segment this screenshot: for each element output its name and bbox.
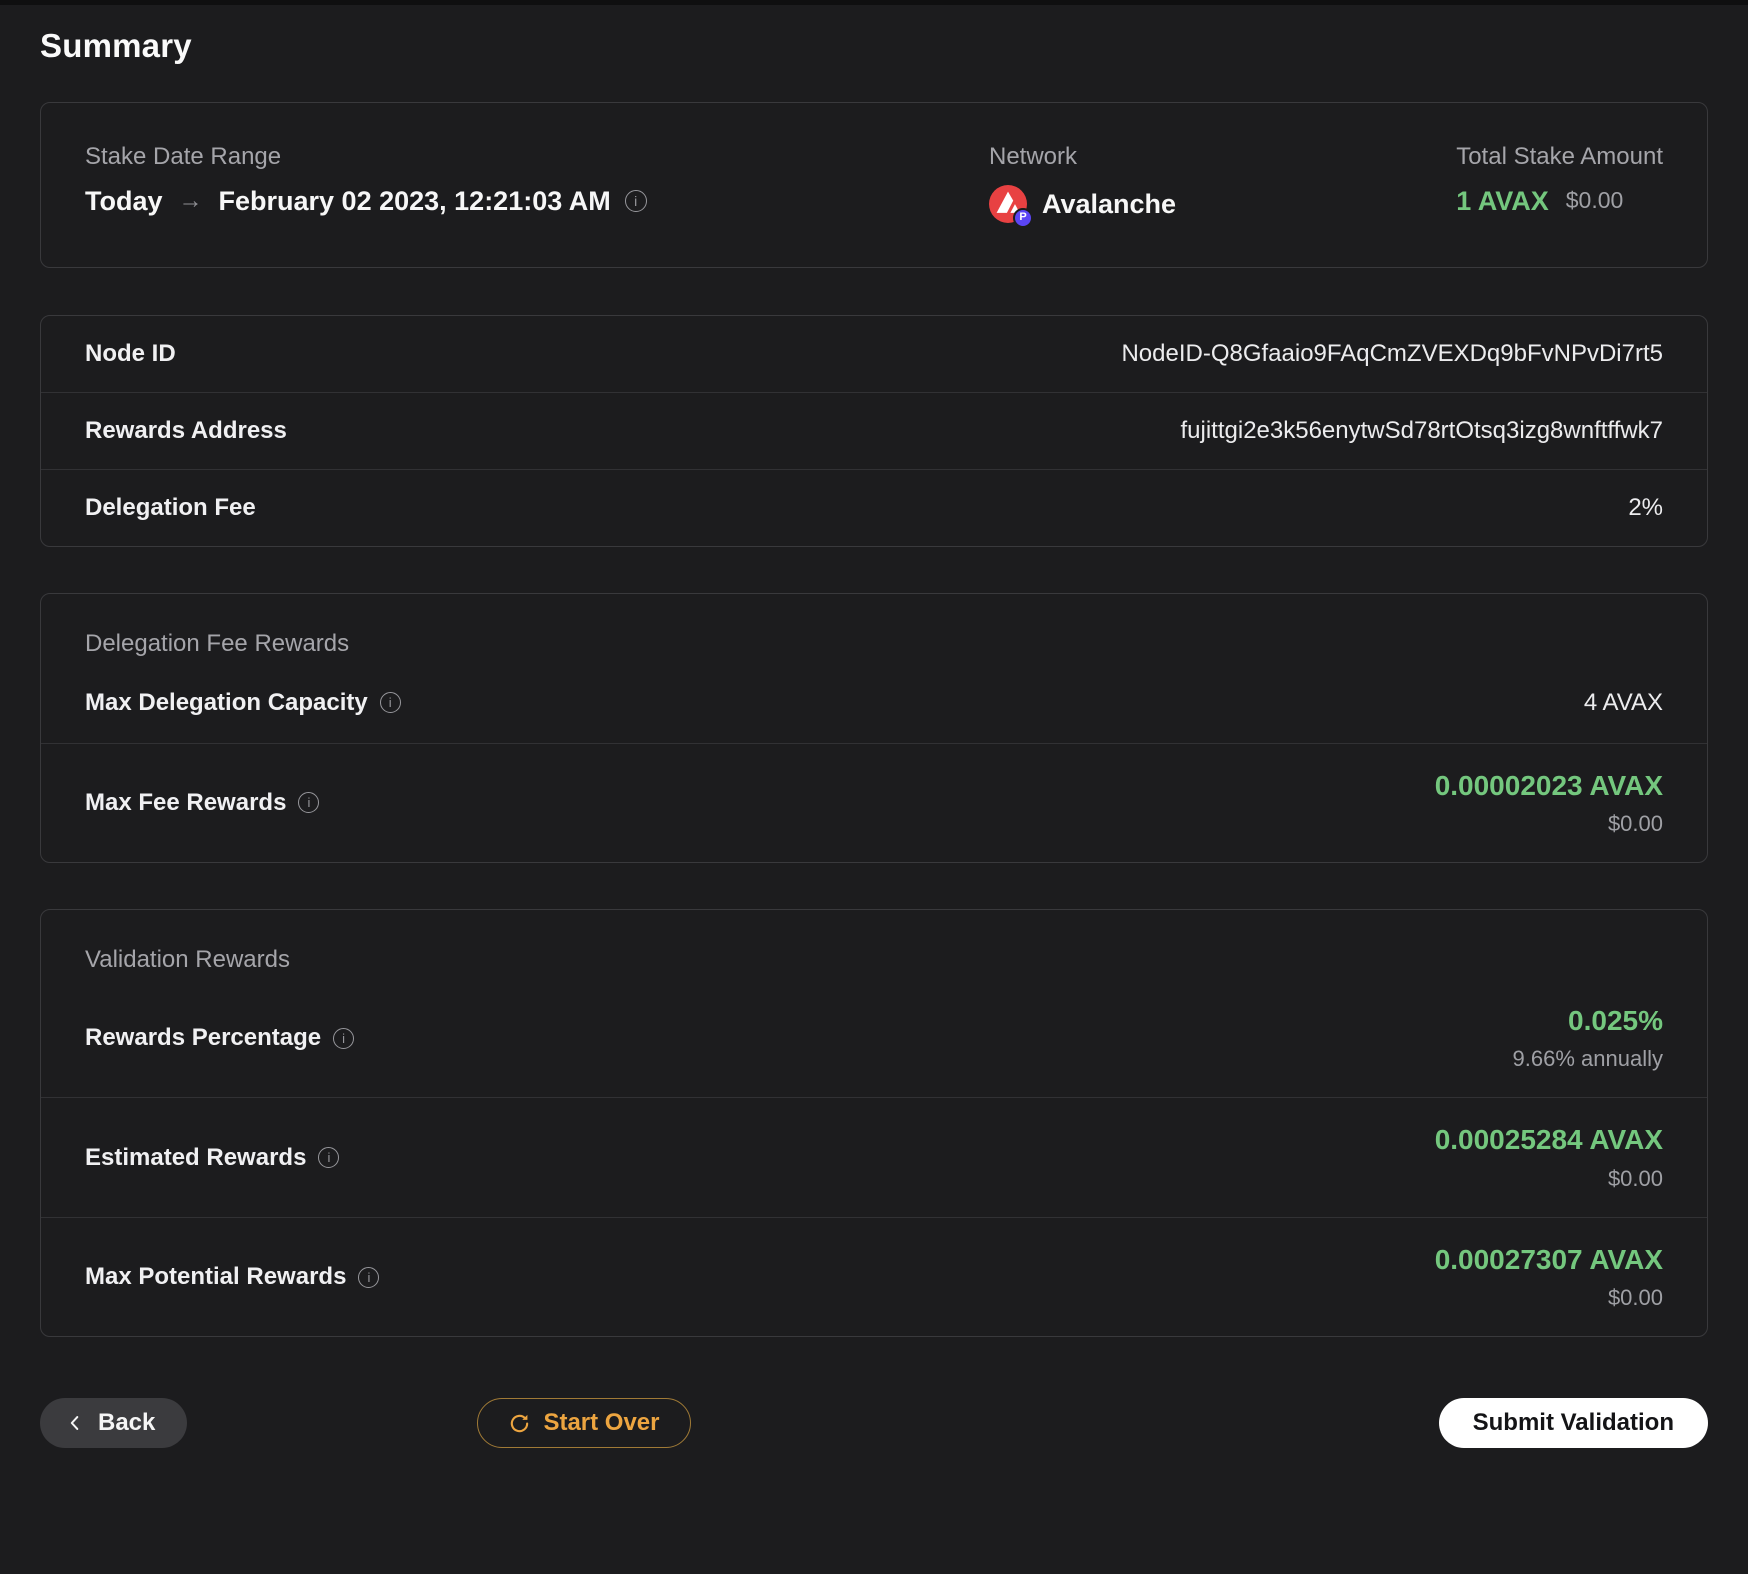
max-delegation-capacity-info-icon[interactable]: i bbox=[379, 692, 401, 714]
stake-summary-card: Stake Date Range Today → February 02 202… bbox=[40, 102, 1708, 268]
rewards-percentage-label: Rewards Percentage bbox=[85, 1024, 322, 1052]
total-stake-label: Total Stake Amount bbox=[1456, 143, 1663, 170]
network-label: Network bbox=[989, 143, 1078, 170]
back-button-label: Back bbox=[98, 1409, 156, 1437]
max-potential-rewards-usd: $0.00 bbox=[1607, 1285, 1663, 1311]
validation-rewards-title: Validation Rewards bbox=[85, 946, 290, 974]
max-potential-rewards-label-wrap: Max Potential Rewards i bbox=[85, 1263, 380, 1291]
top-edge-strip bbox=[0, 0, 1748, 5]
stake-date-to: February 02 2023, 12:21:03 AM bbox=[218, 185, 611, 216]
stake-date-range-column: Stake Date Range Today → February 02 202… bbox=[85, 143, 989, 217]
page-title: Summary bbox=[40, 27, 192, 64]
max-delegation-capacity-row: Max Delegation Capacity i 4 AVAX bbox=[41, 659, 1707, 744]
max-fee-rewards-label-wrap: Max Fee Rewards i bbox=[85, 788, 320, 817]
rewards-address-value: fujittgi2e3k56enytwSd78rtOtsq3izg8wnftff… bbox=[1180, 416, 1664, 444]
estimated-rewards-value: 0.00025284 AVAX bbox=[1434, 1124, 1663, 1156]
footer-actions: Back Start Over Submit Validation bbox=[40, 1398, 1708, 1449]
table-row-node-id: Node ID NodeID-Q8Gfaaio9FAqCmZVEXDq9bFvN… bbox=[41, 316, 1707, 393]
estimated-rewards-info-icon[interactable]: i bbox=[318, 1147, 340, 1169]
node-details-table: Node ID NodeID-Q8Gfaaio9FAqCmZVEXDq9bFvN… bbox=[40, 314, 1708, 547]
total-stake-amount: 1 AVAX bbox=[1456, 185, 1549, 216]
stake-date-range-label: Stake Date Range bbox=[85, 143, 282, 170]
avalanche-logo: P bbox=[989, 184, 1033, 228]
node-id-value: NodeID-Q8Gfaaio9FAqCmZVEXDq9bFvNPvDi7rt5 bbox=[1121, 339, 1663, 367]
estimated-rewards-row: Estimated Rewards i 0.00025284 AVAX $0.0… bbox=[41, 1098, 1707, 1218]
rewards-address-label: Rewards Address bbox=[85, 416, 287, 444]
max-fee-rewards-label: Max Fee Rewards bbox=[85, 788, 287, 816]
rewards-percentage-value-stack: 0.025% 9.66% annually bbox=[1513, 1005, 1663, 1071]
max-potential-rewards-info-icon[interactable]: i bbox=[358, 1266, 380, 1288]
estimated-rewards-label-wrap: Estimated Rewards i bbox=[85, 1143, 340, 1172]
max-potential-rewards-label: Max Potential Rewards bbox=[85, 1263, 347, 1291]
table-row-rewards-address: Rewards Address fujittgi2e3k56enytwSd78r… bbox=[41, 393, 1707, 470]
max-potential-rewards-value-stack: 0.00027307 AVAX $0.00 bbox=[1435, 1244, 1663, 1310]
validation-rewards-card: Validation Rewards Rewards Percentage i … bbox=[40, 909, 1708, 1338]
max-fee-rewards-value: 0.00002023 AVAX bbox=[1434, 769, 1663, 801]
max-delegation-capacity-value: 4 AVAX bbox=[1583, 688, 1663, 716]
submit-validation-button-label: Submit Validation bbox=[1472, 1409, 1674, 1437]
network-name: Avalanche bbox=[1042, 188, 1177, 219]
rewards-percentage-annual: 9.66% annually bbox=[1512, 1046, 1663, 1072]
max-potential-rewards-value: 0.00027307 AVAX bbox=[1434, 1243, 1663, 1275]
back-button[interactable]: Back bbox=[40, 1398, 188, 1449]
arrow-right-icon: → bbox=[178, 186, 203, 214]
submit-validation-button[interactable]: Submit Validation bbox=[1438, 1398, 1708, 1449]
max-delegation-capacity-label: Max Delegation Capacity bbox=[85, 688, 368, 716]
stake-date-from: Today bbox=[85, 185, 163, 216]
estimated-rewards-value-stack: 0.00025284 AVAX $0.00 bbox=[1435, 1124, 1663, 1190]
rewards-percentage-label-wrap: Rewards Percentage i bbox=[85, 1024, 355, 1052]
total-stake-value: 1 AVAX $0.00 bbox=[1456, 185, 1663, 217]
table-row-delegation-fee: Delegation Fee 2% bbox=[41, 470, 1707, 546]
max-fee-rewards-row: Max Fee Rewards i 0.00002023 AVAX $0.00 bbox=[41, 744, 1707, 862]
rewards-percentage-info-icon[interactable]: i bbox=[333, 1027, 355, 1049]
estimated-rewards-label: Estimated Rewards bbox=[85, 1143, 307, 1171]
total-stake-column: Total Stake Amount 1 AVAX $0.00 bbox=[1456, 143, 1663, 217]
stake-date-info-icon[interactable]: i bbox=[624, 189, 647, 212]
max-delegation-capacity-label-wrap: Max Delegation Capacity i bbox=[85, 689, 401, 717]
stake-date-range-value: Today → February 02 2023, 12:21:03 AM i bbox=[85, 185, 989, 217]
max-fee-rewards-info-icon[interactable]: i bbox=[298, 792, 320, 814]
total-stake-usd: $0.00 bbox=[1565, 187, 1624, 214]
start-over-button[interactable]: Start Over bbox=[477, 1398, 691, 1449]
restart-icon bbox=[511, 1414, 529, 1433]
network-value: P Avalanche bbox=[989, 184, 1456, 228]
chevron-left-icon bbox=[70, 1416, 79, 1431]
estimated-rewards-usd: $0.00 bbox=[1607, 1165, 1663, 1191]
max-fee-rewards-value-stack: 0.00002023 AVAX $0.00 bbox=[1435, 770, 1663, 836]
delegation-fee-label: Delegation Fee bbox=[85, 493, 256, 521]
delegation-fee-rewards-title: Delegation Fee Rewards bbox=[85, 629, 350, 657]
max-fee-rewards-usd: $0.00 bbox=[1607, 810, 1663, 836]
start-over-button-label: Start Over bbox=[543, 1409, 660, 1437]
delegation-fee-rewards-card: Delegation Fee Rewards Max Delegation Ca… bbox=[40, 592, 1708, 864]
rewards-percentage-row: Rewards Percentage i 0.025% 9.66% annual… bbox=[41, 975, 1707, 1099]
network-column: Network P Avalanche bbox=[989, 143, 1456, 228]
p-chain-badge: P bbox=[1013, 207, 1033, 228]
rewards-percentage-value: 0.025% bbox=[1568, 1004, 1663, 1036]
max-potential-rewards-row: Max Potential Rewards i 0.00027307 AVAX … bbox=[41, 1218, 1707, 1336]
summary-page: Summary Stake Date Range Today → Februar… bbox=[0, 27, 1748, 1449]
delegation-fee-value: 2% bbox=[1628, 493, 1663, 521]
node-id-label: Node ID bbox=[85, 339, 176, 367]
